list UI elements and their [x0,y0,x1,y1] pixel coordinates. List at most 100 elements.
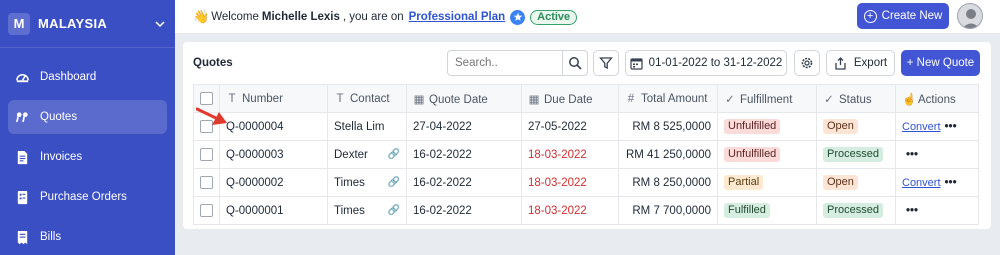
org-name: MALAYSIA [38,16,108,31]
fulfillment-cell: Fulfilled [717,196,817,225]
quote-icon [14,109,30,125]
total-amount: RM 7 700,0000 [618,196,718,225]
column-header-fulfillment[interactable]: ✓ Fulfillment [717,84,817,113]
filter-icon [599,57,613,70]
convert-link[interactable]: Convert [902,121,941,133]
actions-cell: ••• [895,196,979,225]
org-switcher[interactable]: M MALAYSIA [0,0,175,48]
chevron-down-icon[interactable] [153,17,167,31]
table-row[interactable]: Q-0000003 Dexter 🔗 16-02-2022 18-03-2022 … [193,140,979,169]
fulfillment-cell: Partial [717,168,817,197]
due-date-overdue: 18-03-2022 [521,168,619,197]
settings-button[interactable] [794,50,820,76]
contact-cell: Times 🔗 [327,168,407,197]
sidebar-item-label: Purchase Orders [40,191,127,203]
plan-link[interactable]: Professional Plan [409,11,506,23]
more-options-icon[interactable]: ••• [945,121,957,133]
quotes-table: T Number T Contact ▦ Quote Date ▦ Due Date #… [193,84,979,225]
due-date: 27-05-2022 [521,112,619,141]
sidebar-item-bills[interactable]: Bills [8,220,167,254]
row-checkbox[interactable] [200,204,213,217]
status-cell: Processed [816,196,896,225]
actions-cell: Convert ••• [895,168,979,197]
welcome-prefix: Welcome [211,11,259,23]
number-type-icon: # [627,92,635,105]
invoice-icon [14,149,30,165]
create-new-label: Create New [881,10,943,22]
annotation-arrow-icon [196,107,227,125]
more-options-icon[interactable]: ••• [906,149,918,161]
actions-cell: Convert ••• [895,112,979,141]
create-new-button[interactable]: + Create New [857,3,949,29]
quote-number[interactable]: Q-0000002 [219,168,328,197]
sidebar-item-dashboard[interactable]: Dashboard [8,60,167,94]
link-icon[interactable]: 🔗 [388,177,400,188]
search-button[interactable] [562,50,588,76]
gear-icon [801,57,813,69]
status-badge: Processed [823,203,883,218]
table-row[interactable]: Q-0000002 Times 🔗 16-02-2022 18-03-2022 R… [193,168,979,197]
due-date-overdue: 18-03-2022 [521,196,619,225]
table-header-row: T Number T Contact ▦ Quote Date ▦ Due Date #… [193,84,979,113]
status-badge: Open [823,175,858,190]
user-avatar[interactable] [957,3,983,29]
export-button[interactable]: Export [826,50,895,76]
sidebar: M MALAYSIA Dashboard Quotes Invoices Pur… [0,0,175,255]
welcome-suffix: , you are on [342,11,404,23]
status-cell: Open [816,112,896,141]
sidebar-item-invoices[interactable]: Invoices [8,140,167,174]
user-name: Michelle Lexis [261,11,340,23]
quote-date: 27-04-2022 [406,112,522,141]
row-checkbox[interactable] [200,176,213,189]
column-header-number[interactable]: T Number [219,84,328,113]
dashboard-icon [14,69,30,85]
pointer-hand-icon: ☝ [902,93,917,106]
date-range-picker[interactable]: 01-01-2022 to 31-12-2022 [625,50,787,76]
column-header-status[interactable]: ✓ Status [816,84,896,113]
contact-name: Stella Lim [327,112,407,141]
text-type-icon: T [228,92,236,105]
contact-name: Times [334,204,365,217]
date-range-label: 01-01-2022 to 31-12-2022 [648,57,783,69]
more-options-icon[interactable]: ••• [906,205,918,217]
column-header-actions: ☝ Actions [895,84,979,113]
total-amount: RM 41 250,0000 [618,140,718,169]
column-header-total-amount[interactable]: # Total Amount [618,84,718,113]
sidebar-item-purchase-orders[interactable]: Purchase Orders [8,180,167,214]
export-label: Export [853,57,888,69]
link-icon[interactable]: 🔗 [388,149,400,160]
sidebar-item-label: Quotes [40,111,78,123]
table-row[interactable]: Q-0000001 Times 🔗 16-02-2022 18-03-2022 R… [193,196,979,225]
quote-number[interactable]: Q-0000004 [219,112,328,141]
column-header-due-date[interactable]: ▦ Due Date [521,84,619,113]
waving-hand-icon: 👋 [193,9,210,24]
status-badge: Processed [823,147,883,162]
purchase-order-icon [14,189,30,205]
status-cell: Processed [816,140,896,169]
calendar-icon [630,57,643,70]
sidebar-item-label: Bills [40,231,62,243]
convert-link[interactable]: Convert [902,177,941,189]
filter-button[interactable] [593,50,619,76]
total-amount: RM 8 525,0000 [618,112,718,141]
fulfillment-cell: Unfulfilled [717,140,817,169]
column-header-quote-date[interactable]: ▦ Quote Date [406,84,522,113]
check-circle-icon: ✓ [824,93,834,106]
fulfillment-cell: Unfulfilled [717,112,817,141]
quote-number[interactable]: Q-0000003 [219,140,328,169]
contact-cell: Times 🔗 [327,196,407,225]
column-header-contact[interactable]: T Contact [327,84,407,113]
row-checkbox[interactable] [200,148,213,161]
quote-number[interactable]: Q-0000001 [219,196,328,225]
new-quote-button[interactable]: + New Quote [901,50,980,76]
select-all-checkbox[interactable] [200,92,213,105]
text-type-icon: T [336,92,344,105]
search-input[interactable] [447,50,563,76]
quote-date: 16-02-2022 [406,140,522,169]
more-options-icon[interactable]: ••• [945,177,957,189]
sidebar-item-quotes[interactable]: Quotes [8,100,167,134]
fulfillment-badge: Fulfilled [724,203,770,218]
link-icon[interactable]: 🔗 [388,205,400,216]
table-row[interactable]: Q-0000004 Stella Lim 27-04-2022 27-05-20… [193,112,979,141]
contact-name: Times [334,176,365,189]
